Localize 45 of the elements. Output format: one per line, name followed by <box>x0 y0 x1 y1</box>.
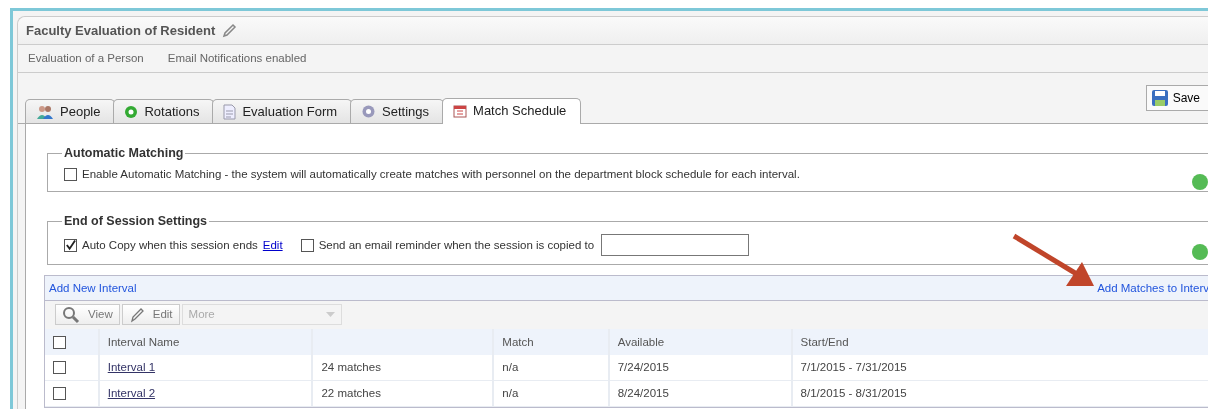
interval-link[interactable]: Interval 1 <box>107 359 156 377</box>
save-button[interactable]: Save <box>1145 85 1208 111</box>
table-cell-text: 7/24/2015 <box>617 360 669 376</box>
table-cell-text: 7/1/2015 - 7/31/2015 <box>800 360 907 376</box>
checkbox-label: Enable Automatic Matching - the system will automatically create matches with personnel on the department block schedule for each interval. <box>82 167 800 182</box>
table-cell-text: 8/24/2015 <box>617 386 669 402</box>
people-icon <box>36 103 54 120</box>
table-cell-text: n/a <box>502 360 519 376</box>
checkbox-label: Auto Copy when this session ends <box>82 237 258 253</box>
edit-button[interactable]: Edit <box>121 304 180 326</box>
checkbox[interactable] <box>53 335 66 349</box>
pencil-icon <box>221 22 238 39</box>
detail-text: Email Notifications enabled <box>167 50 307 66</box>
column-header[interactable]: Interval Name <box>107 333 180 351</box>
checkbox[interactable] <box>53 387 66 401</box>
table-cell-text: 22 matches <box>321 386 381 402</box>
tab[interactable]: Settings <box>350 99 445 123</box>
document-icon <box>223 103 237 120</box>
email-field[interactable] <box>601 234 750 257</box>
checkbox-label: Send an email reminder when the session is copied to <box>318 237 595 253</box>
table-cell-text: 24 matches <box>321 360 381 376</box>
table-cell-text: n/a <box>502 386 519 402</box>
tab[interactable]: Evaluation Form <box>212 99 353 123</box>
tab[interactable]: People <box>25 99 116 123</box>
column-header[interactable]: Match <box>502 333 534 351</box>
detail-text: Evaluation of a Person <box>28 50 144 66</box>
page-title: Faculty Evaluation of Resident <box>26 21 216 40</box>
edit-link[interactable]: Edit <box>262 236 283 254</box>
checkbox[interactable] <box>64 168 77 182</box>
view-button[interactable]: View <box>55 304 120 326</box>
search-icon <box>62 305 80 324</box>
caret-icon <box>325 311 335 318</box>
checkbox[interactable] <box>300 238 314 252</box>
calendar-icon <box>453 104 468 118</box>
interval-link[interactable]: Interval 2 <box>107 385 156 403</box>
column-header[interactable]: Available <box>617 333 665 351</box>
tab[interactable]: Match Schedule <box>442 98 582 124</box>
add-interval-link[interactable]: Add New Interval <box>49 279 137 297</box>
tab[interactable]: Rotations <box>113 99 215 123</box>
checkbox[interactable] <box>64 238 77 252</box>
checkbox[interactable] <box>53 361 66 375</box>
column-header[interactable]: Start/End <box>800 333 849 351</box>
table-cell-text: 8/1/2015 - 8/31/2015 <box>800 386 907 402</box>
save-icon <box>1150 89 1169 107</box>
pencil-icon <box>128 306 145 323</box>
